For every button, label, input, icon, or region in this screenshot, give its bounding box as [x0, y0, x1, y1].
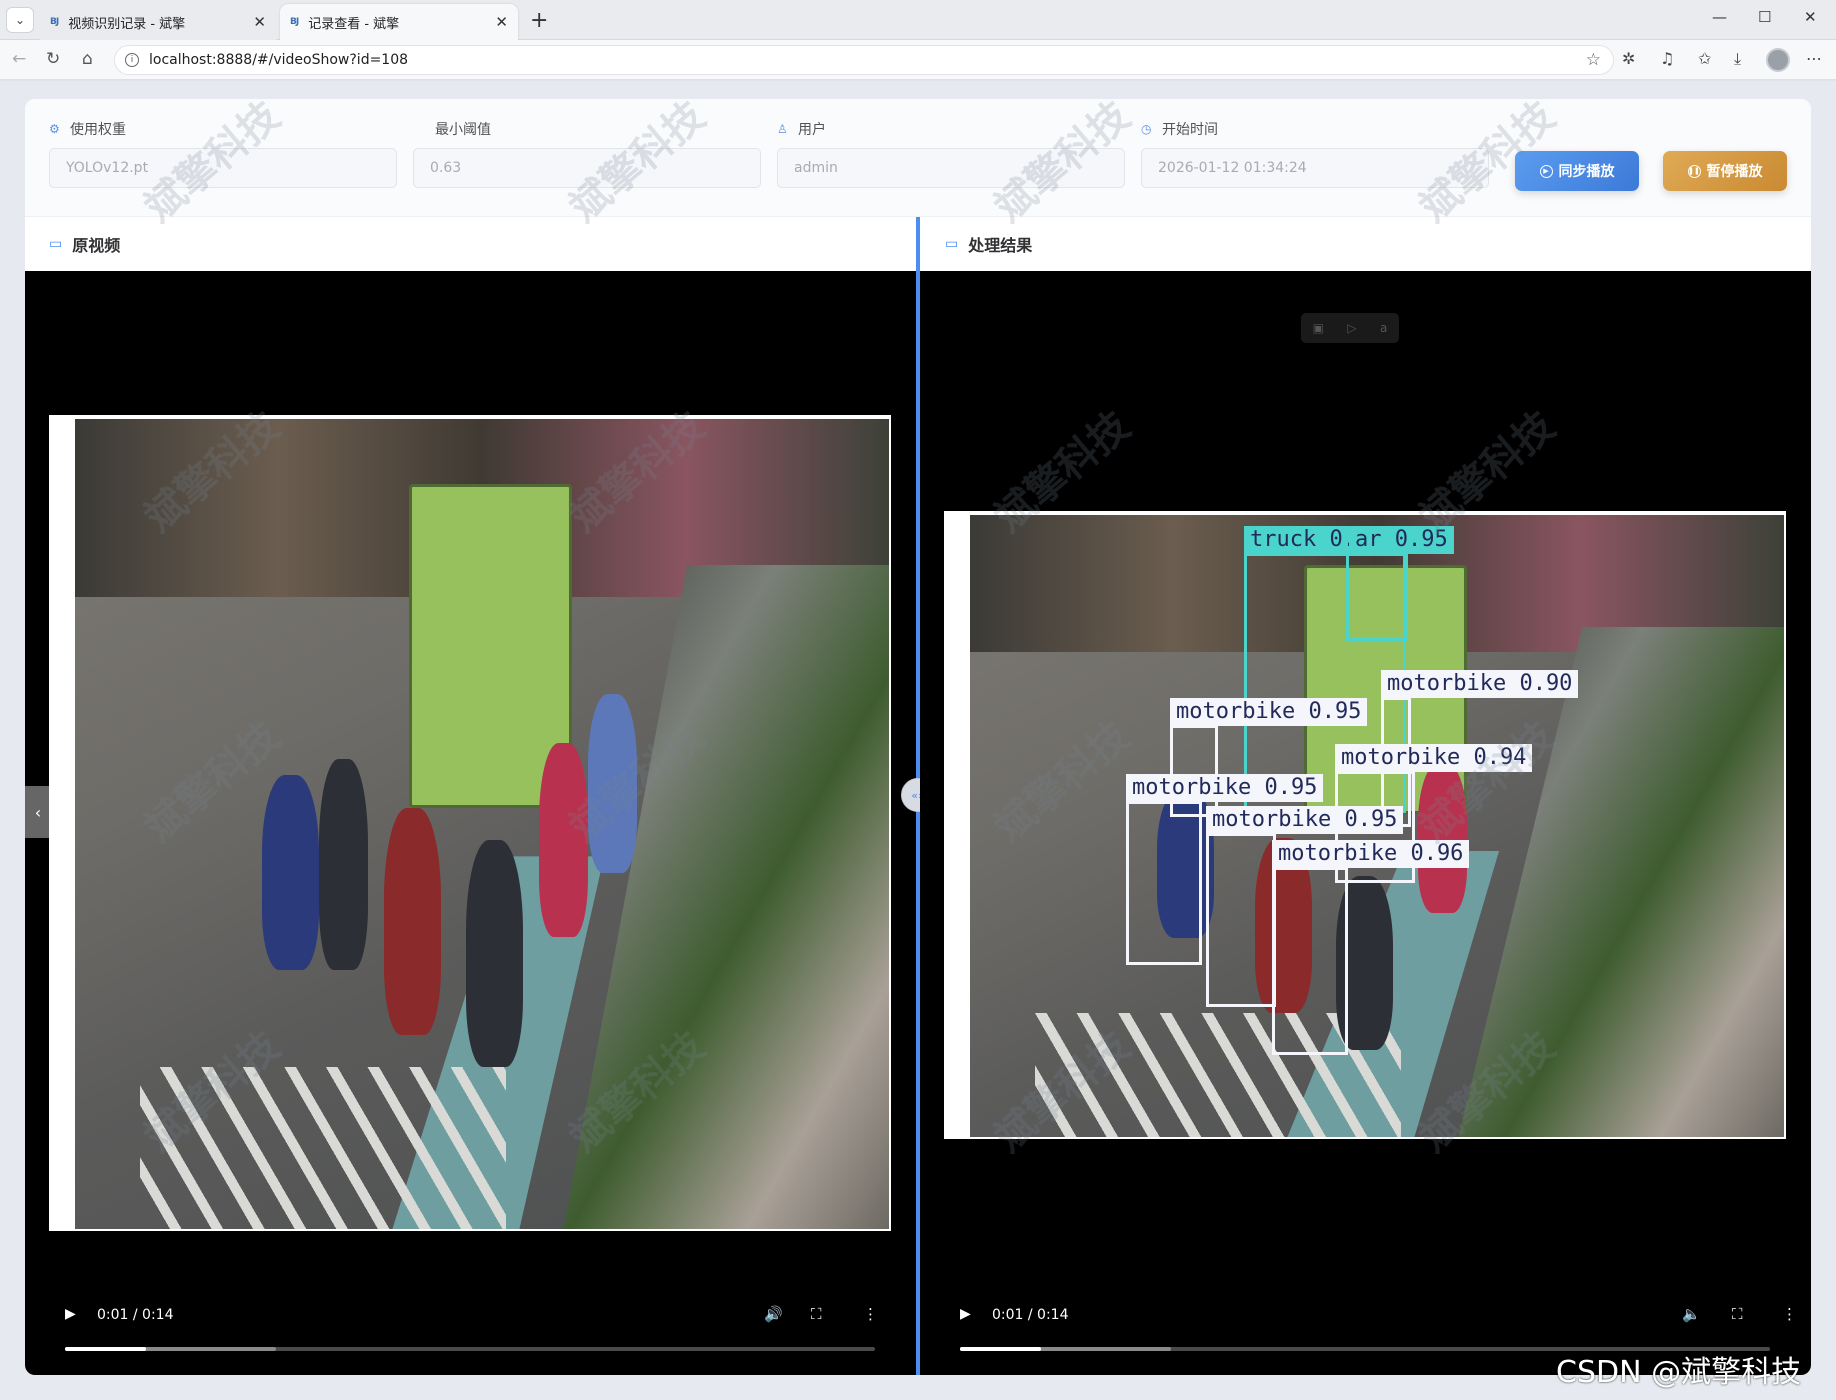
threshold-field: 最小阈值 0.63 — [413, 119, 761, 188]
weights-field: ⚙ 使用权重 YOLOv12.pt — [49, 119, 397, 188]
start-time-label: 开始时间 — [1162, 122, 1218, 138]
home-icon[interactable]: ⌂ — [82, 49, 93, 69]
browser-tab-records[interactable]: BJ 视频识别记录 - 斌擎 ✕ — [40, 4, 276, 40]
detection-label: motorbike 0.95 — [1206, 806, 1404, 834]
pause-play-button[interactable]: ❚❚ 暂停播放 — [1663, 151, 1787, 191]
music-icon[interactable]: ♫ — [1660, 49, 1674, 68]
record-card: ⚙ 使用权重 YOLOv12.pt 最小阈值 0.63 ♙ 用户 admin ◷ 开始… — [25, 99, 1811, 1375]
chevron-left-icon[interactable]: ‹ — [25, 786, 51, 838]
site-favicon: BJ — [50, 17, 59, 27]
play-icon[interactable]: ▶ — [960, 1306, 971, 1322]
page-bottom-edge — [0, 1390, 1836, 1400]
detection-box: motorbike 0.95 — [1126, 774, 1324, 965]
csdn-credit: CSDN @斌擎科技 — [1556, 1355, 1802, 1390]
played-bar — [960, 1347, 1041, 1351]
detection-box: motorbike 0.96 — [1272, 840, 1470, 1055]
video-time: 0:01 / 0:14 — [97, 1307, 174, 1323]
tab-list-button[interactable]: ⌄ — [6, 7, 34, 33]
record-info-form: ⚙ 使用权重 YOLOv12.pt 最小阈值 0.63 ♙ 用户 admin ◷ 开始… — [25, 99, 1811, 217]
sync-play-label: 同步播放 — [1558, 164, 1615, 180]
pause-play-label: 暂停播放 — [1706, 164, 1763, 180]
pause-circle-icon: ❚❚ — [1687, 164, 1701, 178]
tab-title: 记录查看 - 斌擎 — [308, 16, 400, 32]
detection-label: motorbike 0.94 — [1335, 744, 1533, 772]
profile-icon[interactable] — [1766, 48, 1790, 72]
threshold-label: 最小阈值 — [435, 122, 491, 138]
gear-icon: ⚙ — [49, 121, 60, 136]
video-overlay-toolbar: ▣ ▷ a — [1301, 313, 1399, 343]
video-camera-icon: ▭ — [49, 236, 63, 252]
start-time-input[interactable]: 2026-01-12 01:34:24 — [1141, 148, 1489, 188]
url-input[interactable]: i localhost:8888/#/videoShow?id=108 ☆ — [114, 45, 1614, 75]
maximize-icon[interactable]: ☐ — [1758, 8, 1771, 26]
close-window-icon[interactable]: ✕ — [1804, 8, 1817, 26]
play-icon[interactable]: ▶ — [65, 1306, 76, 1322]
new-tab-icon[interactable]: + — [530, 8, 548, 33]
threshold-input[interactable]: 0.63 — [413, 148, 761, 188]
original-video-player[interactable]: ‹ ▶ 0:01 / 0:14 🔊 ⛶ ⋮ — [25, 271, 916, 1375]
fullscreen-icon[interactable]: ⛶ — [811, 1305, 822, 1323]
detection-box: motorbike 0.95 — [1206, 806, 1404, 1007]
detection-label: motorbike 0.95 — [1126, 774, 1324, 802]
muted-volume-icon[interactable]: 🔈 — [1682, 1305, 1701, 1323]
star-icon[interactable]: ☆ — [1586, 50, 1601, 70]
detection-label: motorbike 0.96 — [1272, 840, 1470, 868]
more-icon[interactable]: ⋯ — [1806, 49, 1822, 68]
street-scene-annotated: truck 0.97 ar 0.95 motorbike 0.90 motorb… — [970, 515, 1784, 1137]
close-tab-icon[interactable]: ✕ — [253, 13, 266, 31]
browser-tab-strip: ⌄ BJ 视频识别记录 - 斌擎 ✕ BJ 记录查看 - 斌擎 ✕ + — ☐ … — [0, 0, 1836, 40]
sync-play-button[interactable]: ▶ 同步播放 — [1515, 151, 1639, 191]
detection-label: motorbike 0.95 — [1170, 698, 1368, 726]
browser-tab-view[interactable]: BJ 记录查看 - 斌擎 ✕ — [280, 4, 518, 40]
result-video-frame: truck 0.97 ar 0.95 motorbike 0.90 motorb… — [944, 511, 1786, 1139]
translate-icon[interactable]: a — [1380, 321, 1387, 335]
play-circle-icon: ▶ — [1539, 164, 1553, 178]
user-input[interactable]: admin — [777, 148, 1125, 188]
clock-icon: ◷ — [1141, 121, 1152, 136]
pip-icon[interactable]: ▣ — [1313, 321, 1324, 335]
detection-label: motorbike 0.90 — [1381, 670, 1579, 698]
detection-box: ar 0.95 — [1346, 526, 1454, 641]
start-time-field: ◷ 开始时间 2026-01-12 01:34:24 — [1141, 119, 1489, 188]
more-options-icon[interactable]: ⋮ — [863, 1305, 878, 1323]
tab-title: 视频识别记录 - 斌擎 — [68, 16, 186, 32]
original-video-header: ▭ 原视频 — [49, 217, 909, 271]
user-field: ♙ 用户 admin — [777, 119, 1125, 188]
video-time: 0:01 / 0:14 — [992, 1307, 1069, 1323]
street-scene — [75, 419, 889, 1229]
weights-input[interactable]: YOLOv12.pt — [49, 148, 397, 188]
chevron-left-icon[interactable]: ‹ — [944, 786, 970, 838]
weights-label: 使用权重 — [70, 122, 126, 138]
detection-label: ar 0.95 — [1349, 526, 1454, 554]
site-favicon: BJ — [290, 17, 299, 27]
extensions-icon[interactable]: ✲ — [1622, 49, 1635, 68]
url-text: localhost:8888/#/videoShow?id=108 — [149, 52, 409, 68]
back-icon[interactable]: ← — [12, 49, 26, 69]
user-icon: ♙ — [777, 121, 788, 136]
cast-icon[interactable]: ▷ — [1347, 321, 1356, 335]
user-label: 用户 — [798, 122, 826, 138]
result-video-title: 处理结果 — [968, 236, 1033, 255]
info-icon[interactable]: i — [125, 53, 139, 67]
more-options-icon[interactable]: ⋮ — [1782, 1305, 1797, 1323]
played-bar — [65, 1347, 146, 1351]
monitor-icon: ▭ — [945, 236, 959, 252]
close-tab-icon[interactable]: ✕ — [495, 13, 508, 31]
page-body: ⚙ 使用权重 YOLOv12.pt 最小阈值 0.63 ♙ 用户 admin ◷ 开始… — [0, 81, 1836, 1400]
result-video-header: ▭ 处理结果 — [945, 217, 1811, 271]
minimize-icon[interactable]: — — [1712, 8, 1727, 26]
download-icon[interactable]: ⤓ — [1734, 49, 1741, 69]
address-bar-row: ← ↻ ⌂ i localhost:8888/#/videoShow?id=10… — [0, 40, 1836, 80]
volume-icon[interactable]: 🔊 — [764, 1305, 783, 1323]
favorites-icon[interactable]: ✩ — [1698, 49, 1711, 68]
video-controls: ▶ 0:01 / 0:14 🔊 ⛶ ⋮ — [25, 1280, 916, 1375]
result-video-player[interactable]: ▣ ▷ a truck 0.97 ar 0.95 motorbike 0.90 … — [920, 271, 1811, 1375]
original-video-frame — [49, 415, 891, 1231]
video-progress-bar[interactable] — [65, 1347, 875, 1351]
fullscreen-icon[interactable]: ⛶ — [1732, 1305, 1743, 1323]
original-video-title: 原视频 — [72, 236, 121, 255]
reload-icon[interactable]: ↻ — [46, 49, 60, 69]
